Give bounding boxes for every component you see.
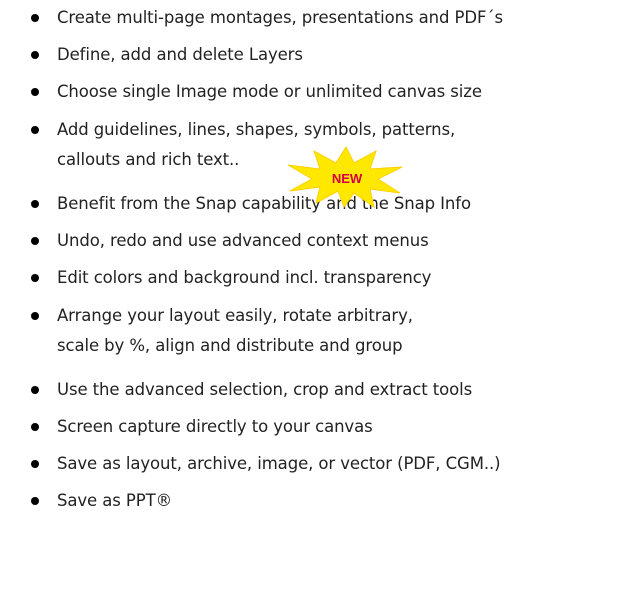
bullet-icon [31,51,39,59]
list-item-text: scale by %, align and distribute and gro… [57,336,403,355]
starburst-icon: NEW [287,145,403,209]
list-item-text: Save as layout, archive, image, or vecto… [57,454,501,473]
list-item-text: Choose single Image mode or unlimited ca… [57,82,482,101]
bullet-icon [31,423,39,431]
list-item-text: Undo, redo and use advanced context menu… [57,231,429,250]
bullet-icon [31,274,39,282]
bullet-icon [31,200,39,208]
list-item-text: Create multi-page montages, presentation… [57,8,504,27]
bullet-icon [31,386,39,394]
list-item-text: Use the advanced selection, crop and ext… [57,380,473,399]
list-item-text: Arrange your layout easily, rotate arbit… [57,306,413,325]
bullet-icon [31,460,39,468]
new-badge: NEW [286,145,406,209]
bullet-icon [31,88,39,96]
list-item-text: Benefit from the Snap capability and the… [57,194,471,213]
bullet-icon [31,237,39,245]
list-item-text: Screen capture directly to your canvas [57,417,373,436]
list-item-text: Define, add and delete Layers [57,45,303,64]
bullet-icon [31,497,39,505]
bullet-icon [31,312,39,320]
bullet-icon [31,126,39,134]
list-item-text: callouts and rich text.. [57,150,240,169]
badge-text: NEW [332,171,363,186]
bullet-icon [31,14,39,22]
list-item-text: Add guidelines, lines, shapes, symbols, … [57,120,456,139]
list-item-text: Save as PPT® [57,491,172,510]
list-item-text: Edit colors and background incl. transpa… [57,268,432,287]
